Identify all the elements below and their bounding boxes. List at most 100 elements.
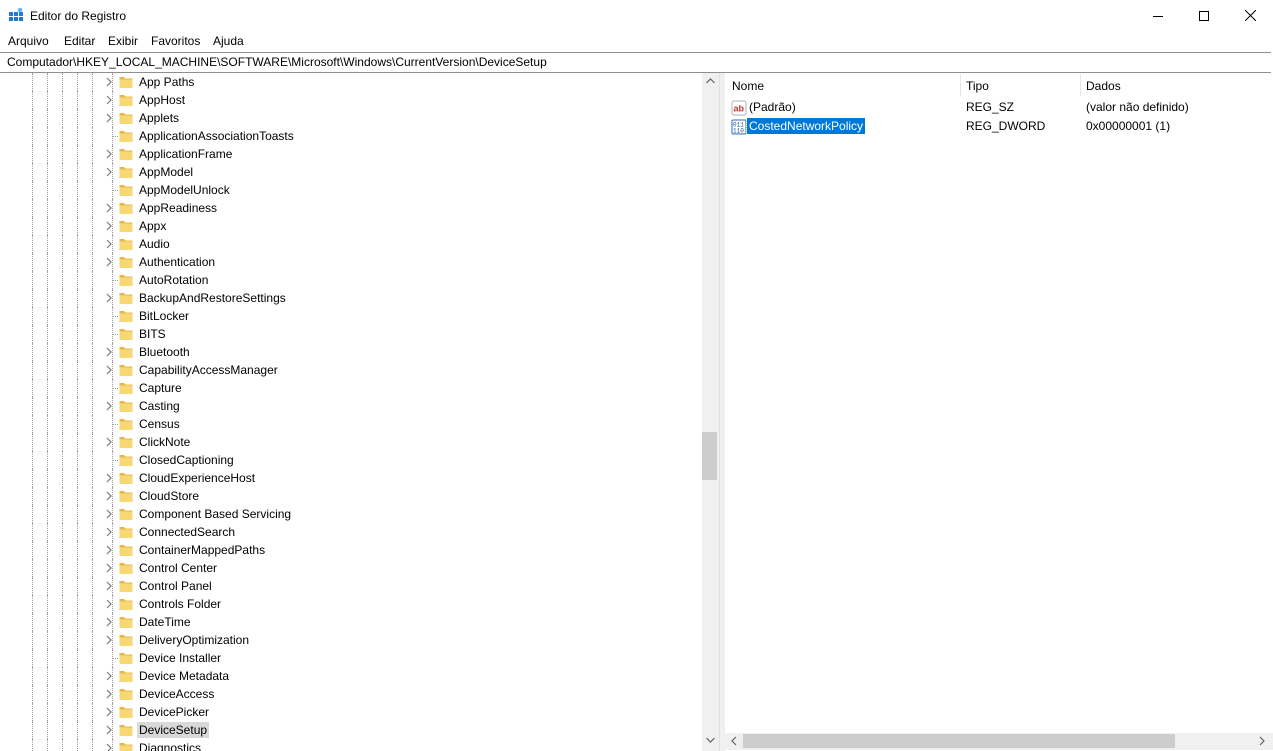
column-header-type[interactable]: Tipo [966, 78, 989, 94]
tree-guide-line [77, 271, 78, 289]
chevron-right-icon[interactable] [104, 562, 114, 574]
value-row[interactable]: ab (Padrão) REG_SZ (valor não definido) [725, 98, 1273, 117]
tree-item[interactable]: Applets [0, 109, 700, 127]
menu-editar[interactable]: Editar [64, 33, 95, 49]
chevron-right-icon[interactable] [104, 616, 114, 628]
chevron-right-icon[interactable] [104, 742, 114, 751]
address-path[interactable]: Computador\HKEY_LOCAL_MACHINE\SOFTWARE\M… [7, 55, 547, 70]
scroll-left-arrow-icon[interactable] [726, 734, 742, 748]
chevron-right-icon[interactable] [104, 526, 114, 538]
chevron-right-icon[interactable] [104, 346, 114, 358]
tree-item[interactable]: App Paths [0, 73, 700, 91]
column-divider[interactable] [960, 74, 961, 96]
address-bar[interactable]: Computador\HKEY_LOCAL_MACHINE\SOFTWARE\M… [0, 52, 1271, 73]
menu-exibir[interactable]: Exibir [108, 33, 138, 49]
menu-arquivo[interactable]: Arquivo [8, 33, 49, 49]
chevron-right-icon[interactable] [104, 400, 114, 412]
scroll-down-arrow-icon[interactable] [702, 733, 719, 747]
tree-item[interactable]: Component Based Servicing [0, 505, 700, 523]
tree-item-label: ClosedCaptioning [139, 453, 234, 467]
close-button[interactable] [1227, 0, 1273, 31]
menu-ajuda[interactable]: Ajuda [213, 33, 244, 49]
column-divider[interactable] [1080, 74, 1081, 96]
tree-guide-line [62, 685, 63, 703]
tree-item[interactable]: AppReadiness [0, 199, 700, 217]
values-list[interactable]: Nome Tipo Dados ab (Padrão) REG_SZ (valo… [725, 73, 1273, 733]
tree-item[interactable]: Audio [0, 235, 700, 253]
tree-item[interactable]: CloudExperienceHost [0, 469, 700, 487]
tree-item[interactable]: ApplicationAssociationToasts [0, 127, 700, 145]
chevron-right-icon[interactable] [104, 148, 114, 160]
tree-item[interactable]: CloudStore [0, 487, 700, 505]
tree-item[interactable]: AutoRotation [0, 271, 700, 289]
tree-item[interactable]: Device Installer [0, 649, 700, 667]
chevron-right-icon[interactable] [104, 76, 114, 88]
registry-key-tree[interactable]: App Paths AppHost Applets ApplicationAssoci… [0, 73, 719, 751]
tree-item[interactable]: Device Metadata [0, 667, 700, 685]
tree-guide-line [47, 307, 48, 325]
chevron-right-icon[interactable] [104, 166, 114, 178]
scroll-right-arrow-icon[interactable] [1254, 734, 1270, 748]
chevron-right-icon[interactable] [104, 490, 114, 502]
tree-item[interactable]: Census [0, 415, 700, 433]
tree-item[interactable]: ClosedCaptioning [0, 451, 700, 469]
tree-item[interactable]: Authentication [0, 253, 700, 271]
tree-item[interactable]: BackupAndRestoreSettings [0, 289, 700, 307]
tree-item[interactable]: Appx [0, 217, 700, 235]
tree-item[interactable]: DeviceAccess [0, 685, 700, 703]
tree-item[interactable]: ApplicationFrame [0, 145, 700, 163]
tree-item[interactable]: BitLocker [0, 307, 700, 325]
tree-item[interactable]: Diagnostics [0, 739, 700, 751]
chevron-right-icon[interactable] [104, 436, 114, 448]
horizontal-scrollbar-thumb[interactable] [743, 734, 1175, 748]
tree-item[interactable]: Capture [0, 379, 700, 397]
tree-item[interactable]: ClickNote [0, 433, 700, 451]
chevron-right-icon[interactable] [104, 670, 114, 682]
tree-guide-line [112, 460, 118, 461]
chevron-right-icon[interactable] [104, 634, 114, 646]
tree-item[interactable]: Casting [0, 397, 700, 415]
chevron-right-icon[interactable] [104, 238, 114, 250]
chevron-right-icon[interactable] [104, 94, 114, 106]
chevron-right-icon[interactable] [104, 580, 114, 592]
chevron-right-icon[interactable] [104, 292, 114, 304]
chevron-right-icon[interactable] [104, 220, 114, 232]
chevron-right-icon[interactable] [104, 724, 114, 736]
chevron-right-icon[interactable] [104, 688, 114, 700]
tree-item[interactable]: AppHost [0, 91, 700, 109]
tree-item[interactable]: ContainerMappedPaths [0, 541, 700, 559]
tree-item[interactable]: Control Center [0, 559, 700, 577]
tree-vertical-scrollbar[interactable] [702, 73, 719, 751]
tree-item[interactable]: AppModel [0, 163, 700, 181]
chevron-right-icon[interactable] [104, 508, 114, 520]
tree-item[interactable]: DevicePicker [0, 703, 700, 721]
menu-favoritos[interactable]: Favoritos [151, 33, 200, 49]
chevron-right-icon[interactable] [104, 472, 114, 484]
tree-item[interactable]: Bluetooth [0, 343, 700, 361]
value-row-selected[interactable]: 011 110 CostedNetworkPolicy REG_DWORD 0x… [725, 117, 1273, 136]
value-name: (Padrão) [749, 100, 796, 114]
tree-item-selected[interactable]: DeviceSetup [0, 721, 700, 739]
tree-item[interactable]: ConnectedSearch [0, 523, 700, 541]
tree-item[interactable]: AppModelUnlock [0, 181, 700, 199]
minimize-button[interactable] [1135, 0, 1181, 31]
tree-item[interactable]: Controls Folder [0, 595, 700, 613]
chevron-right-icon[interactable] [104, 706, 114, 718]
folder-icon [119, 221, 133, 232]
tree-item[interactable]: Control Panel [0, 577, 700, 595]
chevron-right-icon[interactable] [104, 112, 114, 124]
chevron-right-icon[interactable] [104, 256, 114, 268]
scroll-up-arrow-icon[interactable] [702, 74, 719, 88]
chevron-right-icon[interactable] [104, 202, 114, 214]
tree-item[interactable]: BITS [0, 325, 700, 343]
column-header-name[interactable]: Nome [732, 78, 764, 94]
tree-scrollbar-thumb[interactable] [702, 432, 717, 480]
chevron-right-icon[interactable] [104, 364, 114, 376]
column-header-data[interactable]: Dados [1086, 78, 1121, 94]
chevron-right-icon[interactable] [104, 544, 114, 556]
tree-item[interactable]: DateTime [0, 613, 700, 631]
maximize-button[interactable] [1181, 0, 1227, 31]
tree-item[interactable]: CapabilityAccessManager [0, 361, 700, 379]
tree-item[interactable]: DeliveryOptimization [0, 631, 700, 649]
chevron-right-icon[interactable] [104, 598, 114, 610]
